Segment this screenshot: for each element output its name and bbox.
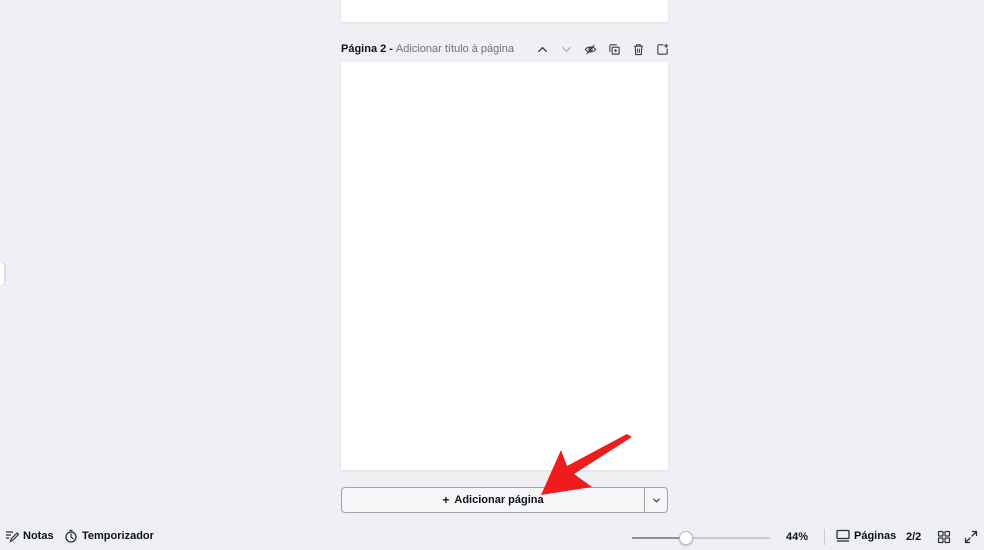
chevron-down-icon — [652, 498, 660, 502]
add-page-control: + Adicionar página — [341, 487, 668, 513]
chevron-down-icon — [561, 46, 571, 52]
add-page-icon — [656, 43, 668, 55]
chevron-up-icon — [537, 46, 547, 52]
page-actions — [530, 39, 674, 59]
page-title-input[interactable]: Adicionar título à página — [396, 43, 514, 55]
delete-page-icon — [633, 43, 643, 55]
side-panel-toggle[interactable] — [0, 263, 4, 285]
move-page-up-button[interactable] — [530, 39, 554, 59]
move-page-down-button[interactable] — [554, 39, 578, 59]
duplicate-page-icon — [608, 43, 620, 55]
zoom-slider-fill — [632, 537, 686, 539]
editor-canvas: Página 2 - Adicionar título à página + A… — [0, 0, 984, 523]
pages-label: Páginas — [854, 530, 897, 542]
grid-view-icon[interactable] — [937, 530, 951, 544]
duplicate-page-button[interactable] — [602, 39, 626, 59]
hide-page-icon — [584, 44, 596, 54]
zoom-percentage[interactable]: 44% — [786, 531, 808, 543]
add-page-dropdown-button[interactable] — [645, 488, 667, 512]
timer-icon — [65, 529, 77, 543]
timer-button[interactable]: Temporizador — [64, 529, 154, 543]
plus-icon: + — [442, 493, 450, 507]
bottom-bar: Notas Temporizador 44% Páginas 2/2 — [0, 523, 984, 550]
notes-label: Notas — [23, 530, 54, 542]
add-page-label: Adicionar página — [454, 494, 544, 506]
previous-page-bottom[interactable] — [341, 0, 668, 22]
pages-button[interactable]: Páginas — [836, 529, 896, 543]
delete-page-button[interactable] — [626, 39, 650, 59]
page-number-label: Página 2 — [341, 43, 387, 55]
add-page-button[interactable]: + Adicionar página — [342, 488, 644, 512]
add-page-after-button[interactable] — [650, 39, 674, 59]
hide-page-button[interactable] — [578, 39, 602, 59]
page-title-separator: - — [389, 43, 393, 55]
timer-label: Temporizador — [82, 530, 154, 542]
pages-icon — [836, 529, 850, 542]
design-page[interactable] — [341, 62, 668, 470]
fullscreen-icon[interactable] — [964, 530, 978, 544]
page-count: 2/2 — [906, 531, 922, 543]
page-header: Página 2 - Adicionar título à página — [341, 40, 668, 58]
bottom-bar-divider — [824, 529, 825, 545]
notes-icon — [6, 531, 19, 543]
zoom-slider[interactable] — [632, 531, 770, 545]
notes-button[interactable]: Notas — [5, 529, 54, 543]
zoom-slider-thumb[interactable] — [679, 531, 693, 545]
